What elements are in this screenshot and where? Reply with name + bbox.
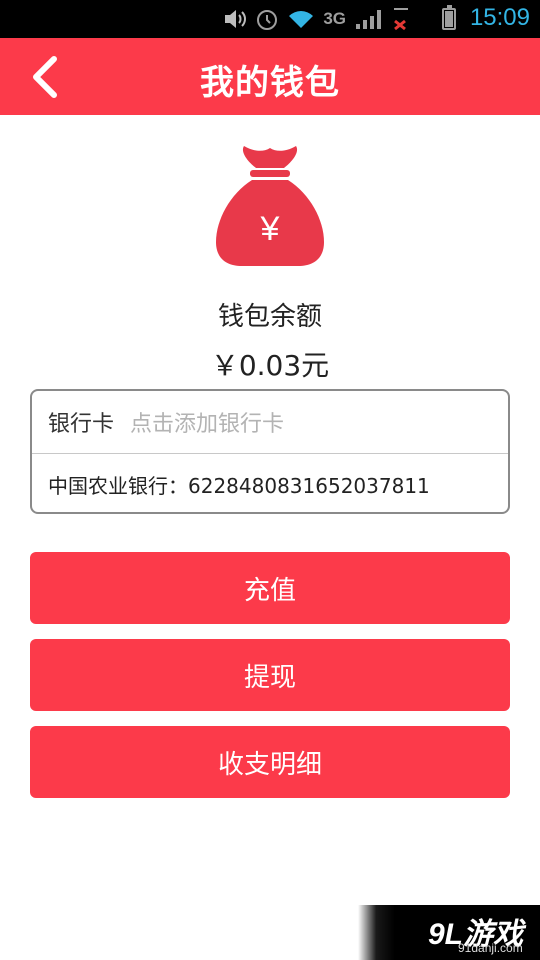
signal-icon — [356, 10, 381, 29]
watermark: 9L游戏 91danji.com — [358, 905, 540, 960]
money-bag-icon: ¥ — [216, 146, 324, 266]
status-bar: 3G 15:09 — [0, 0, 540, 38]
bank-card-panel: 银行卡 点击添加银行卡 中国农业银行：6228480831652037811 — [30, 389, 510, 514]
status-icons: 3G — [223, 6, 410, 32]
app-header: 我的钱包 — [0, 38, 540, 115]
battery-icon — [442, 5, 456, 30]
transaction-details-button[interactable]: 收支明细 — [30, 726, 510, 798]
page-title: 我的钱包 — [200, 63, 340, 103]
balance-value: ￥0.03元 — [210, 349, 330, 382]
recharge-button[interactable]: 充值 — [30, 552, 510, 624]
volume-icon — [225, 10, 247, 28]
bank-account-item[interactable]: 中国农业银行：6228480831652037811 — [48, 454, 430, 514]
withdraw-button[interactable]: 提现 — [30, 639, 510, 711]
add-bank-card-row[interactable]: 银行卡 点击添加银行卡 — [32, 391, 508, 453]
wifi-icon — [289, 11, 314, 28]
watermark-domain: 91danji.com — [458, 941, 523, 955]
network-type: 3G — [323, 9, 346, 28]
bank-card-label: 银行卡 — [48, 412, 115, 437]
yuan-symbol: ¥ — [260, 210, 280, 248]
alarm-icon — [257, 10, 278, 30]
status-time: 15:09 — [469, 4, 530, 31]
add-bank-card-placeholder: 点击添加银行卡 — [130, 412, 285, 437]
no-signal-icon — [394, 8, 408, 31]
balance-label: 钱包余额 — [217, 302, 322, 332]
